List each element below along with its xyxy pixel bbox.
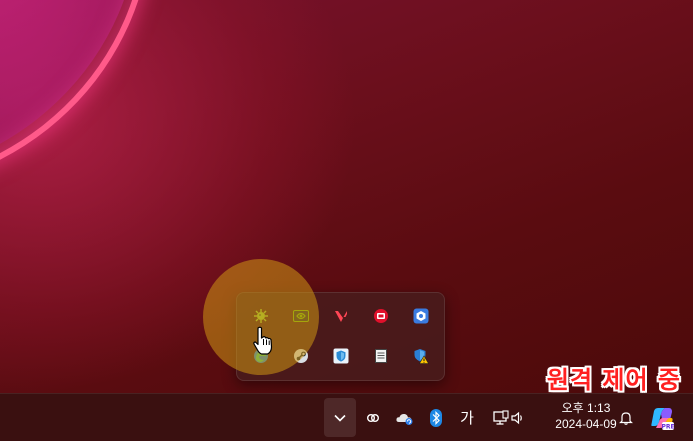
- wallpaper-arc: [0, 0, 152, 192]
- bluetooth-icon: [430, 408, 442, 427]
- link-icon: [367, 413, 379, 422]
- notepad-icon: [375, 349, 387, 363]
- nvidia-icon: [293, 310, 309, 322]
- hand-cursor-icon: [253, 326, 273, 355]
- copilot-button[interactable]: PRE: [648, 394, 676, 441]
- security-warning-icon: [414, 349, 429, 364]
- network-icon: [493, 409, 509, 425]
- tray-icon-security-warning[interactable]: [401, 336, 441, 376]
- bell-icon: [619, 411, 633, 425]
- virus-icon: [254, 309, 268, 323]
- tray-icon-defender[interactable]: [321, 336, 361, 376]
- tray-icon-nvidia[interactable]: [281, 296, 321, 336]
- epic-icon: [374, 309, 388, 323]
- remote-control-label: 원격 제어 중: [546, 366, 681, 394]
- taskbar-link-app[interactable]: [362, 394, 384, 441]
- onedrive-sync-icon: [396, 413, 413, 425]
- taskbar: 가 오후 1:13 2024-04-09 PRE: [0, 393, 693, 441]
- tray-icon-steam[interactable]: [281, 336, 321, 376]
- ime-indicator[interactable]: 가: [456, 394, 478, 441]
- shield-app-icon: [413, 308, 429, 324]
- svg-text:PRE: PRE: [661, 423, 674, 430]
- volume-icon: [511, 411, 522, 424]
- valorant-icon: [335, 311, 347, 322]
- copilot-icon: PRE: [651, 407, 675, 430]
- notifications-button[interactable]: [616, 394, 636, 441]
- chevron-down-icon: [334, 414, 346, 422]
- tray-icon-notepad[interactable]: [361, 336, 401, 376]
- tray-icon-epic[interactable]: [361, 296, 401, 336]
- defender-icon: [333, 348, 349, 364]
- steam-icon: [294, 349, 308, 363]
- taskbar-onedrive[interactable]: [394, 394, 416, 441]
- taskbar-network-volume[interactable]: [489, 394, 529, 441]
- tray-icon-shield-app[interactable]: [401, 296, 441, 336]
- show-hidden-icons-button[interactable]: [324, 398, 356, 437]
- tray-icon-valorant[interactable]: [321, 296, 361, 336]
- taskbar-bluetooth[interactable]: [426, 394, 446, 441]
